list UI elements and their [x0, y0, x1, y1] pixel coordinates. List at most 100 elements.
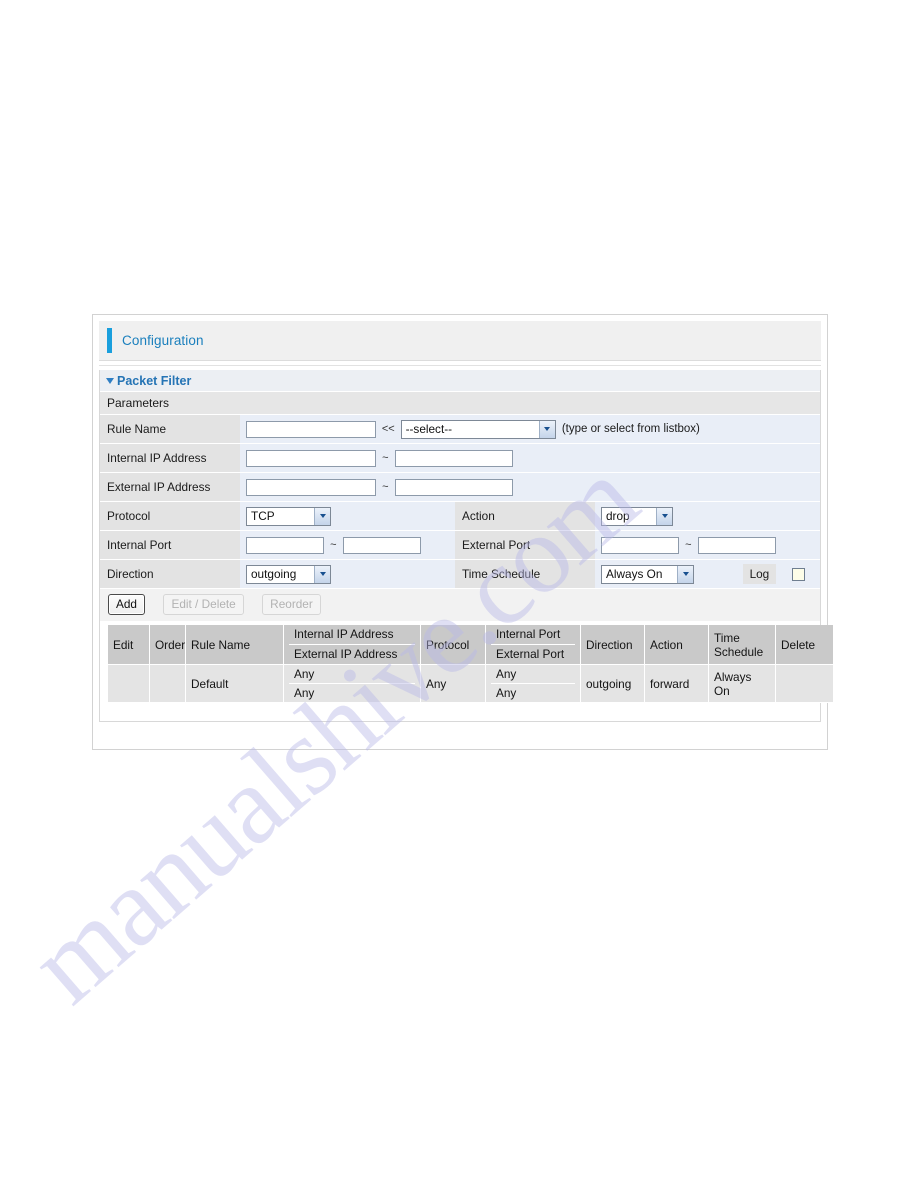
internal-port-label: Internal Port [100, 531, 240, 560]
cell-ports: Any Any [486, 665, 581, 703]
internal-port-to-input[interactable] [342, 536, 421, 554]
column-header-external-port: External Port [491, 644, 575, 664]
chevron-down-icon [677, 565, 693, 583]
internal-port-from-input[interactable] [246, 536, 324, 554]
cell-protocol: Any [421, 665, 486, 703]
add-button[interactable]: Add [108, 594, 145, 615]
cell-external-ip: Any [289, 683, 415, 702]
cell-external-port: Any [491, 683, 575, 702]
configuration-header: Configuration [99, 321, 821, 361]
time-schedule-label: Time Schedule [455, 560, 595, 589]
rule-name-field-cell: << --select-- (type or select from listb… [240, 415, 820, 444]
triangle-down-icon [106, 377, 114, 384]
direction-select[interactable]: outgoing [246, 564, 331, 584]
packet-filter-rules-table: Edit Order Rule Name Internal IP Address… [108, 625, 834, 703]
parameters-label: Parameters [107, 396, 170, 410]
chevron-down-icon [314, 565, 330, 583]
cell-rule-name: Default [186, 665, 284, 703]
chevron-down-icon [314, 507, 330, 525]
chevron-down-icon [538, 420, 555, 438]
protocol-label: Protocol [100, 502, 240, 531]
protocol-field-cell: TCP [240, 502, 455, 531]
reorder-button[interactable]: Reorder [262, 594, 321, 615]
protocol-select[interactable]: TCP [246, 506, 331, 526]
external-port-label: External Port [455, 531, 595, 560]
packet-filter-section-header[interactable]: Packet Filter [100, 370, 820, 392]
table-header-row: Edit Order Rule Name Internal IP Address… [108, 625, 834, 665]
configuration-panel: Configuration Packet Filter Parameters R… [92, 314, 834, 750]
table-row: Default Any Any Any Any Any outgoing for… [108, 665, 834, 703]
column-header-ip-addresses: Internal IP Address External IP Address [284, 625, 421, 665]
direction-label: Direction [100, 560, 240, 589]
external-ip-to-input[interactable] [394, 478, 513, 496]
log-label: Log [742, 564, 777, 584]
cell-internal-port: Any [491, 665, 575, 684]
form-row-internal-ip: Internal IP Address ~ [100, 444, 820, 473]
form-row-rule-name: Rule Name << --select-- (type or select … [100, 415, 820, 444]
external-port-to-input[interactable] [697, 536, 776, 554]
rule-name-hint: (type or select from listbox) [561, 423, 700, 435]
direction-select-value: outgoing [251, 567, 297, 581]
header-accent-bar [107, 328, 112, 353]
parameters-bar: Parameters [100, 392, 820, 415]
column-header-internal-port: Internal Port [491, 625, 575, 645]
action-field-cell: drop [595, 502, 820, 531]
action-select[interactable]: drop [601, 506, 673, 526]
internal-ip-label: Internal IP Address [100, 444, 240, 473]
internal-port-separator: ~ [330, 539, 337, 551]
column-header-rule-name: Rule Name [186, 625, 284, 665]
cell-action: forward [645, 665, 709, 703]
external-port-from-input[interactable] [601, 536, 679, 554]
rule-name-label: Rule Name [100, 415, 240, 444]
page-title: Configuration [122, 333, 204, 348]
external-ip-from-input[interactable] [246, 478, 376, 496]
column-header-action: Action [645, 625, 709, 665]
rule-name-input[interactable] [246, 420, 376, 438]
rule-name-copy-marker: << [381, 423, 395, 435]
time-schedule-select[interactable]: Always On [601, 564, 694, 584]
header-separator [99, 361, 821, 366]
form-row-external-ip: External IP Address ~ [100, 473, 820, 502]
internal-ip-field-cell: ~ [240, 444, 820, 473]
column-header-delete: Delete [776, 625, 834, 665]
cell-ip-addresses: Any Any [284, 665, 421, 703]
packet-filter-form: Rule Name << --select-- (type or select … [100, 415, 820, 589]
external-port-separator: ~ [685, 539, 692, 551]
internal-ip-from-input[interactable] [246, 449, 376, 467]
cell-internal-ip: Any [289, 665, 415, 684]
internal-ip-separator: ~ [382, 452, 389, 464]
column-header-time-schedule: Time Schedule [709, 625, 776, 665]
column-header-ports: Internal Port External Port [486, 625, 581, 665]
time-schedule-select-value: Always On [606, 567, 663, 581]
packet-filter-panel: Packet Filter Parameters Rule Name << --… [99, 370, 834, 722]
chevron-down-icon [656, 507, 672, 525]
protocol-select-value: TCP [251, 509, 275, 523]
column-header-internal-ip: Internal IP Address [289, 625, 415, 645]
rule-name-select[interactable]: --select-- [400, 419, 556, 439]
edit-delete-button[interactable]: Edit / Delete [163, 594, 244, 615]
action-label: Action [455, 502, 595, 531]
column-header-protocol: Protocol [421, 625, 486, 665]
cell-delete[interactable] [776, 665, 834, 703]
column-header-order: Order [150, 625, 186, 665]
form-row-ports: Internal Port ~ External Port ~ [100, 531, 820, 560]
external-port-field-cell: ~ [595, 531, 820, 560]
column-header-direction: Direction [581, 625, 645, 665]
rule-name-select-value: --select-- [405, 422, 453, 436]
cell-order [150, 665, 186, 703]
log-checkbox[interactable] [791, 567, 805, 581]
column-header-edit: Edit [108, 625, 150, 665]
internal-port-field-cell: ~ [240, 531, 455, 560]
cell-time-schedule: Always On [709, 665, 776, 703]
rules-table-wrapper: Edit Order Rule Name Internal IP Address… [100, 622, 834, 721]
cell-edit[interactable] [108, 665, 150, 703]
packet-filter-title: Packet Filter [117, 373, 192, 388]
internal-ip-to-input[interactable] [394, 449, 513, 467]
direction-field-cell: outgoing [240, 560, 455, 589]
column-header-external-ip: External IP Address [289, 644, 415, 664]
form-row-direction-schedule: Direction outgoing Time Schedule Always … [100, 560, 820, 589]
external-ip-label: External IP Address [100, 473, 240, 502]
action-select-value: drop [606, 509, 630, 523]
form-row-protocol-action: Protocol TCP Action drop [100, 502, 820, 531]
form-actions: Add Edit / Delete Reorder [100, 589, 820, 622]
